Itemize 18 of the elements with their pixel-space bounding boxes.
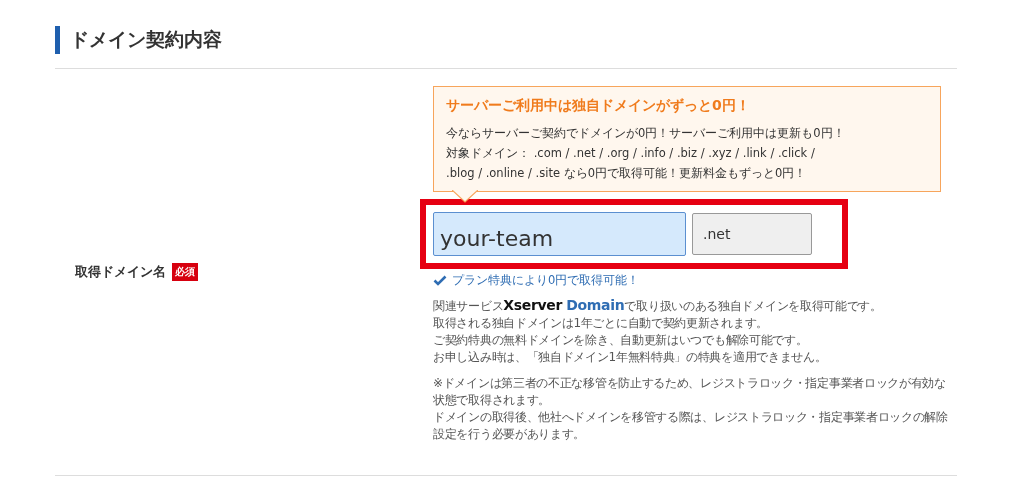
domain-input[interactable]: your-team [433,212,686,256]
field-label: 取得ドメイン名 [75,263,166,281]
promo-title: サーバーご利用中は独自ドメインがずっと0円！ [446,97,751,115]
section-title: ドメイン契約内容 [70,27,222,52]
caution-text: ※ドメインは第三者の不正な移管を防止するため、レジストラロック・指定事業者ロックが有効な状態で取得されます。 [433,375,947,409]
promo-text: 対象ドメイン： .com / .net / .org / .info / .biz / .xyz / .link / .click / [446,145,816,162]
caution-text: ドメインの取得後、他社へドメインを移管する際は、レジストラロック・指定事業者ロックの解除設定を行う必要があります。 [433,409,949,443]
note-text: お申し込み時は、「独自ドメイン1年無料特典」の特典を適用できません。 [433,349,828,366]
note-text: 関連サービスXserver Domainで取り扱いのある独自ドメインを取得可能です。 [433,297,883,315]
required-badge: 必須 [172,263,198,281]
note-text: 取得される独自ドメインは1年ごとに自動で契約更新されます。 [433,315,769,332]
check-icon [433,275,447,286]
promo-text: .blog / .online / .site なら0円で取得可能！更新料金もずっと0円！ [446,165,808,182]
status-text: プラン特典により0円で取得可能！ [452,273,640,288]
promo-text: 今ならサーバーご契約でドメインが0円！サーバーご利用中は更新も0円！ [446,125,846,142]
note-text: ご契約特典の無料ドメインを除き、自動更新はいつでも解除可能です。 [433,332,809,349]
accent-bar [55,26,60,54]
tld-select[interactable]: .net [692,213,812,255]
